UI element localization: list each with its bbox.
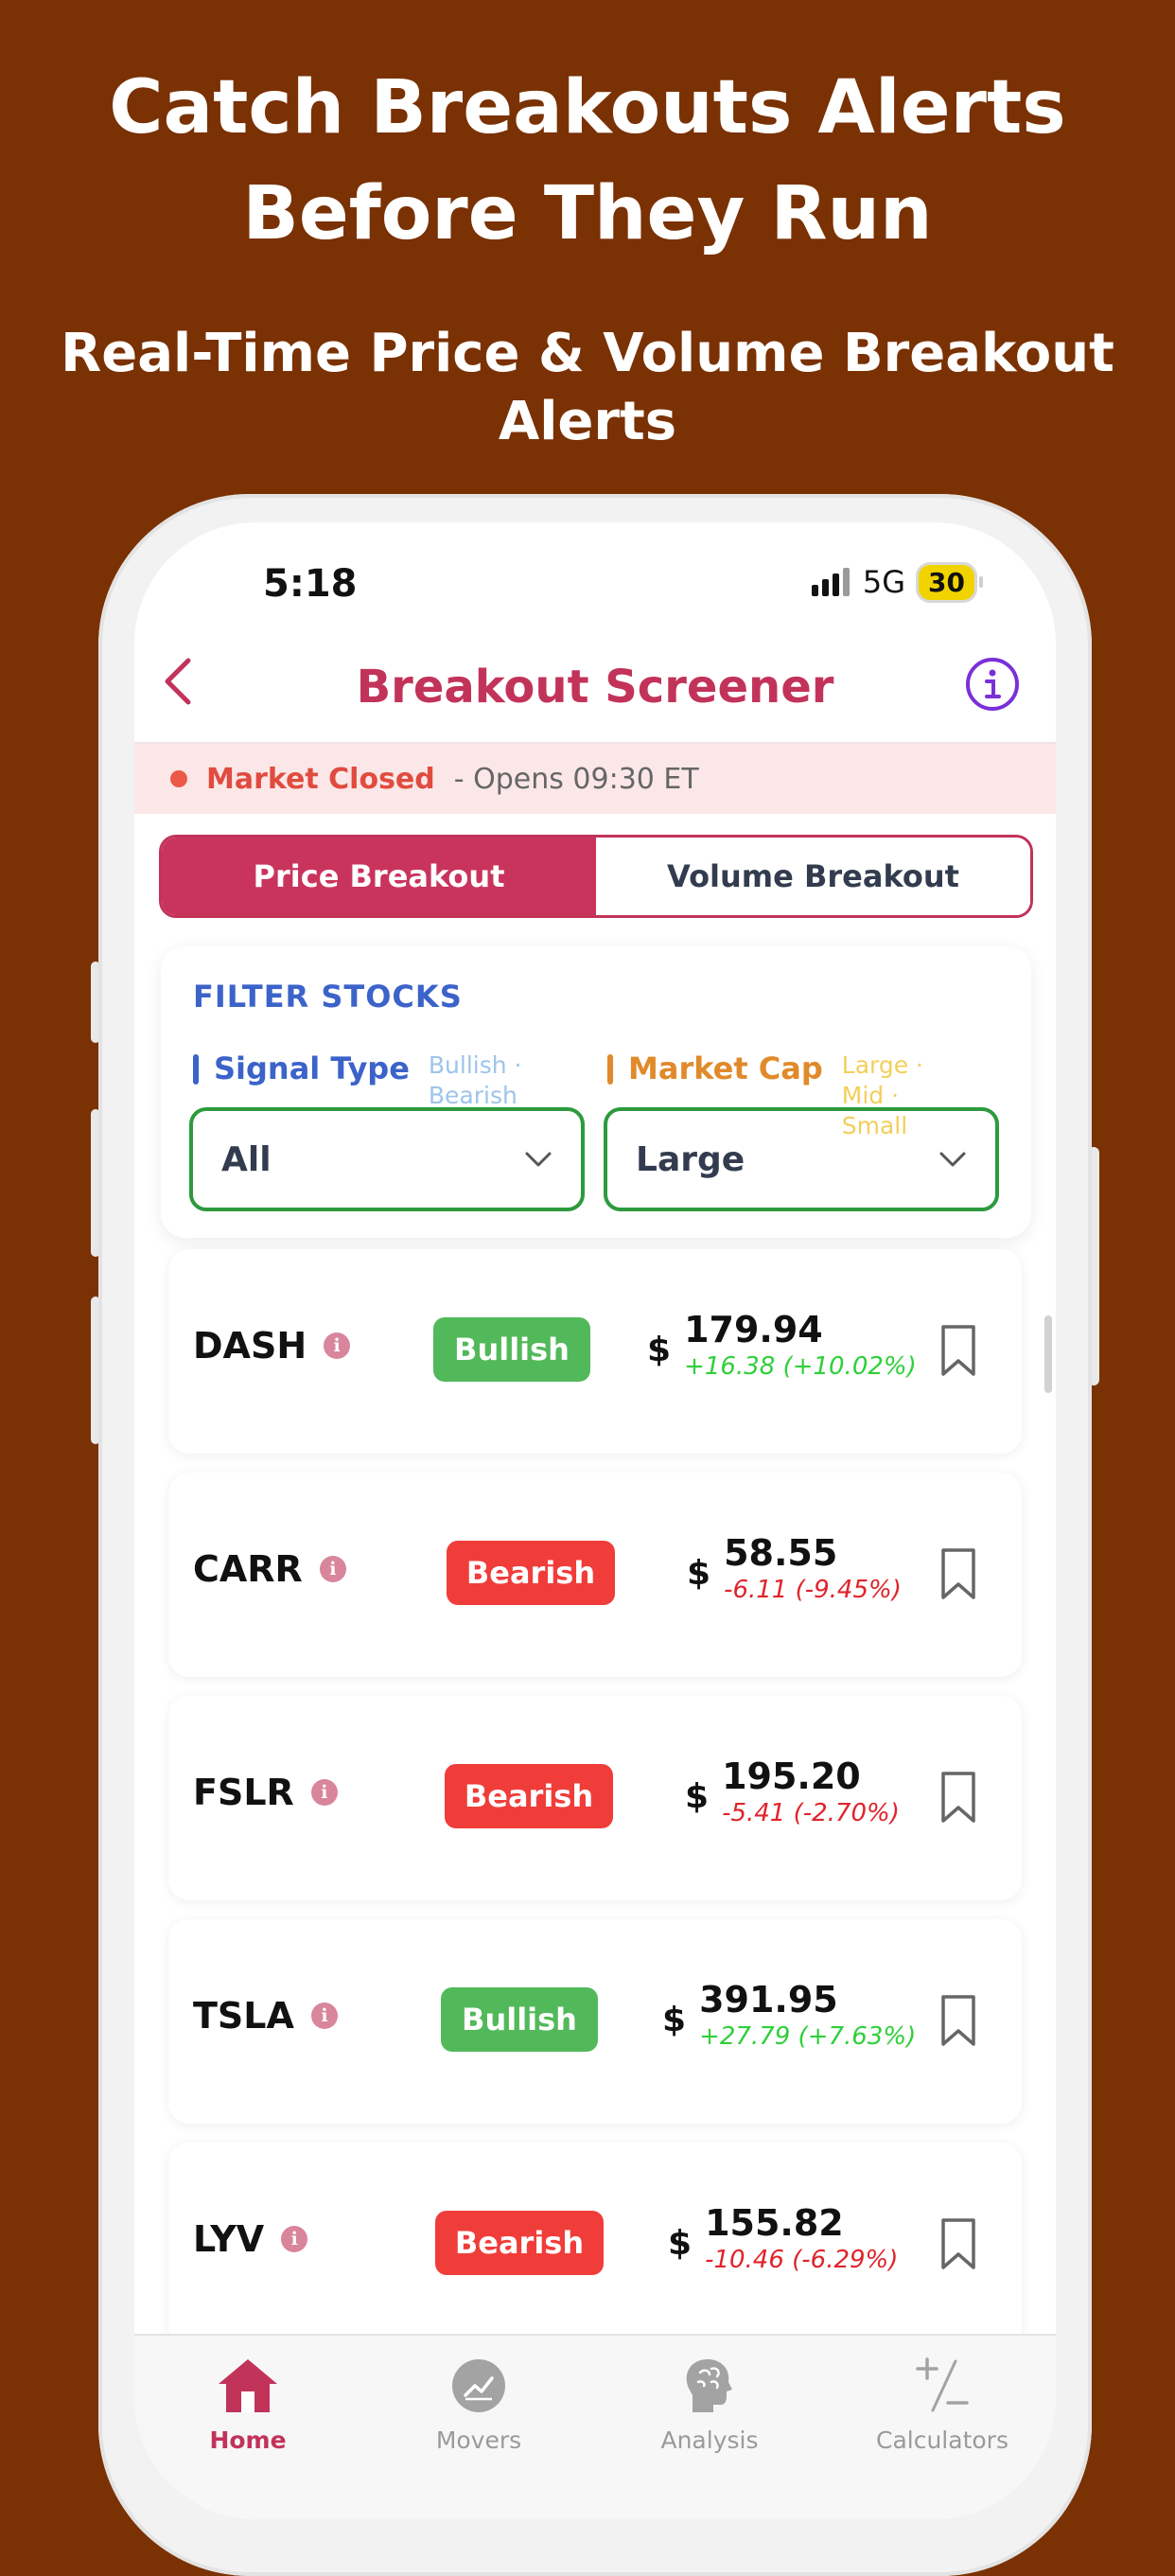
currency-symbol: $ xyxy=(647,1331,672,1369)
filter-title: FILTER STOCKS xyxy=(193,979,463,1015)
tab-price-breakout[interactable]: Price Breakout xyxy=(162,838,596,915)
price-change: -6.11 (-9.45%) xyxy=(724,1576,902,1604)
promo-subheadline: Real-Time Price & Volume Breakout Alerts xyxy=(61,323,1114,452)
market-cap-select[interactable]: Large xyxy=(604,1107,999,1211)
chevron-down-icon xyxy=(939,1152,966,1167)
currency-symbol: $ xyxy=(662,2001,687,2039)
tab-home[interactable]: Home xyxy=(153,2353,342,2454)
price-change: -10.46 (-6.29%) xyxy=(705,2246,899,2274)
info-circle-icon xyxy=(966,658,1019,711)
breakout-type-toggle: Price Breakout Volume Breakout xyxy=(159,835,1033,918)
info-icon[interactable]: i xyxy=(281,2226,308,2252)
signal-badge: Bearish xyxy=(447,1541,615,1605)
tab-volume-breakout[interactable]: Volume Breakout xyxy=(596,838,1030,915)
stock-row-lyv[interactable]: LYV i Bearish $ 155.82 -10.46 (-6.29%) xyxy=(168,2143,1022,2347)
price-value: 179.94 xyxy=(684,1309,823,1350)
price-change: -5.41 (-2.70%) xyxy=(722,1799,900,1827)
market-opens-text: - Opens 09:30 ET xyxy=(453,762,699,796)
market-status-banner: Market Closed - Opens 09:30 ET xyxy=(134,744,1056,814)
tab-label: Analysis xyxy=(660,2426,759,2454)
ticker-symbol: TSLA i xyxy=(193,1995,338,2037)
currency-symbol: $ xyxy=(687,1554,711,1593)
label-marker xyxy=(193,1054,199,1085)
signal-badge: Bullish xyxy=(441,1987,598,2052)
plus-minus-icon xyxy=(916,2357,969,2412)
ticker-symbol: CARR i xyxy=(193,1548,346,1590)
tab-analysis[interactable]: Analysis xyxy=(615,2353,804,2454)
signal-type-title: Signal Type xyxy=(214,1050,410,1086)
signal-icon xyxy=(811,568,850,596)
battery-icon: 30 xyxy=(919,564,983,600)
ticker-symbol: FSLR i xyxy=(193,1772,338,1813)
signal-badge: Bearish xyxy=(435,2211,604,2275)
filter-card: FILTER STOCKS Signal Type Bullish · Bear… xyxy=(161,946,1031,1238)
promo-headline: Catch Breakouts Alerts Before They Run xyxy=(109,65,1066,256)
scrollbar[interactable] xyxy=(1044,1315,1052,1393)
tab-label: Movers xyxy=(435,2426,522,2454)
signal-badge: Bullish xyxy=(433,1317,590,1382)
price-block: $ 391.95 +27.79 (+7.63%) xyxy=(662,1978,916,2052)
bookmark-icon[interactable] xyxy=(938,1993,978,2048)
price-value: 58.55 xyxy=(724,1532,838,1574)
label-marker xyxy=(607,1054,613,1085)
price-value: 391.95 xyxy=(699,1979,838,2020)
signal-badge: Bearish xyxy=(445,1764,613,1828)
market-cap-title: Market Cap xyxy=(628,1050,823,1086)
chevron-down-icon xyxy=(525,1152,552,1167)
info-button[interactable] xyxy=(963,655,1022,714)
info-icon[interactable]: i xyxy=(319,1556,346,1582)
ticker-symbol: DASH i xyxy=(193,1325,351,1367)
signal-type-hint: Bullish · Bearish xyxy=(428,1051,522,1109)
signal-type-select[interactable]: All xyxy=(189,1107,585,1211)
stock-row-dash[interactable]: DASH i Bullish $ 179.94 +16.38 (+10.02%) xyxy=(168,1249,1022,1454)
status-time: 5:18 xyxy=(263,562,358,606)
chart-icon xyxy=(452,2359,505,2412)
info-icon[interactable]: i xyxy=(310,2003,338,2029)
status-indicators: 5G 30 xyxy=(811,564,983,600)
ticker-symbol: LYV i xyxy=(193,2218,308,2260)
bookmark-icon[interactable] xyxy=(938,1546,978,1601)
price-value: 195.20 xyxy=(722,1756,861,1797)
price-change: +16.38 (+10.02%) xyxy=(684,1352,917,1381)
tab-calculators[interactable]: Calculators xyxy=(848,2353,1037,2454)
signal-type-value: All xyxy=(221,1139,272,1179)
price-block: $ 195.20 -5.41 (-2.70%) xyxy=(685,1755,900,1828)
brain-icon xyxy=(686,2359,732,2412)
stock-row-fslr[interactable]: FSLR i Bearish $ 195.20 -5.41 (-2.70%) xyxy=(168,1696,1022,1900)
stock-row-carr[interactable]: CARR i Bearish $ 58.55 -6.11 (-9.45%) xyxy=(168,1473,1022,1677)
price-value: 155.82 xyxy=(705,2202,844,2244)
bookmark-icon[interactable] xyxy=(938,2216,978,2271)
currency-symbol: $ xyxy=(685,1777,710,1816)
info-icon[interactable]: i xyxy=(310,1779,338,1806)
market-cap-value: Large xyxy=(636,1139,745,1179)
signal-type-label: Signal Type Bullish · Bearish xyxy=(193,1050,533,1111)
market-status-text: Market Closed xyxy=(206,762,435,796)
currency-symbol: $ xyxy=(668,2224,693,2263)
bookmark-icon[interactable] xyxy=(938,1323,978,1378)
phone-screen: 5:18 5G 30 Breakout Screener Market Clos… xyxy=(134,522,1056,2519)
home-icon xyxy=(219,2359,277,2412)
price-block: $ 155.82 -10.46 (-6.29%) xyxy=(668,2201,898,2275)
price-block: $ 58.55 -6.11 (-9.45%) xyxy=(687,1531,902,1605)
price-change: +27.79 (+7.63%) xyxy=(699,2022,917,2051)
tab-label: Calculators xyxy=(876,2426,1008,2454)
stock-row-tsla[interactable]: TSLA i Bullish $ 391.95 +27.79 (+7.63%) xyxy=(168,1919,1022,2124)
page-title: Breakout Screener xyxy=(356,661,834,714)
bottom-tab-bar: Home Movers Analysis Calculators xyxy=(134,2334,1056,2519)
bookmark-icon[interactable] xyxy=(938,1770,978,1825)
tab-label: Home xyxy=(209,2426,287,2454)
status-dot-icon xyxy=(170,770,187,787)
tab-movers[interactable]: Movers xyxy=(384,2353,573,2454)
network-label: 5G xyxy=(862,564,906,600)
info-icon[interactable]: i xyxy=(324,1332,351,1359)
price-block: $ 179.94 +16.38 (+10.02%) xyxy=(647,1308,917,1382)
